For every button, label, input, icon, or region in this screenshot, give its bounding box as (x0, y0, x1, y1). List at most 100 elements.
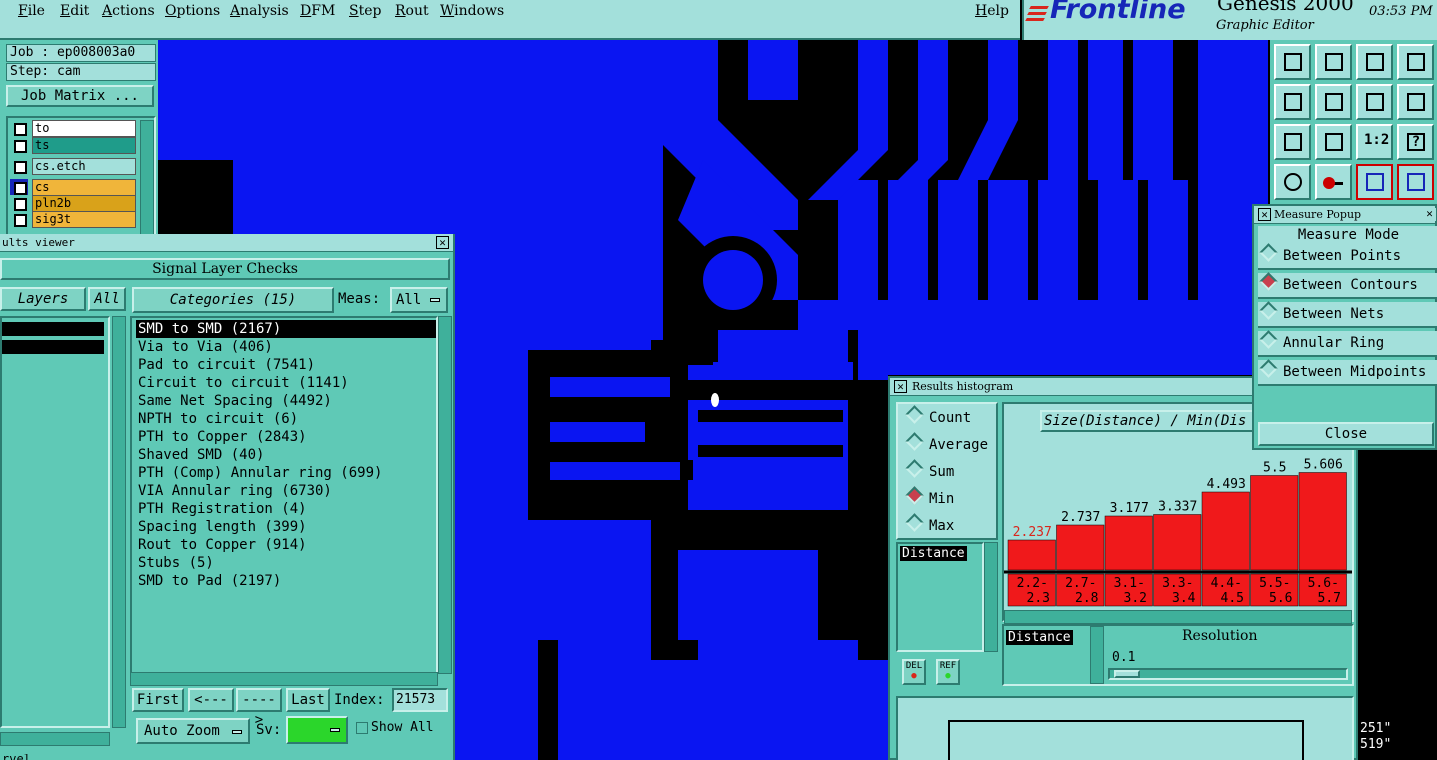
category-item[interactable]: Stubs (5) (136, 554, 436, 572)
histogram-hscrollbar[interactable] (1004, 610, 1352, 624)
category-item[interactable]: Spacing length (399) (136, 518, 436, 536)
layer-row[interactable]: to (10, 120, 136, 137)
sv-color-dropdown[interactable] (286, 716, 348, 744)
net-icon[interactable] (1356, 164, 1393, 200)
results-viewer-titlebar[interactable]: ults viewer ✕ (0, 234, 453, 252)
layer-row[interactable]: cs (10, 179, 136, 196)
tab-categories[interactable]: Categories (15) (132, 287, 334, 313)
between-nets-radio[interactable]: Between Nets (1262, 303, 1384, 325)
between-nets-row[interactable]: Between Nets (1258, 302, 1437, 328)
list-item[interactable] (2, 322, 104, 336)
layer-checkbox[interactable] (10, 211, 28, 228)
menu-rout[interactable]: Rout (395, 3, 429, 19)
distance-scrollbar[interactable] (1090, 626, 1104, 684)
layer-checkbox[interactable] (10, 120, 28, 137)
layers-list-hscrollbar[interactable] (0, 732, 110, 746)
layer-row[interactable]: cs.etch (10, 158, 136, 175)
histogram-bar[interactable] (1007, 539, 1056, 571)
categories-hscrollbar[interactable] (130, 672, 438, 686)
histogram-bar[interactable] (1056, 524, 1105, 571)
del-button[interactable]: DEL ● (902, 659, 926, 685)
between-contours-radio[interactable]: Between Contours (1262, 274, 1418, 296)
menu-help[interactable]: Help (975, 3, 1009, 19)
close-icon[interactable]: ✕ (1258, 208, 1271, 221)
category-item[interactable]: PTH Registration (4) (136, 500, 436, 518)
meas-dropdown[interactable]: All (390, 287, 448, 313)
close-icon[interactable]: ✕ (1423, 208, 1436, 221)
between-contours-row[interactable]: Between Contours (1258, 273, 1437, 299)
slider-thumb[interactable] (1114, 670, 1140, 678)
pan-left-icon[interactable] (1274, 84, 1311, 120)
pan-right-icon[interactable] (1315, 84, 1352, 120)
mode-max-radio[interactable]: Max (908, 515, 954, 537)
pan-up-icon[interactable] (1274, 44, 1311, 80)
category-item[interactable]: SMD to Pad (2197) (136, 572, 436, 590)
layer-checkbox[interactable] (10, 158, 28, 175)
between-points-row[interactable]: Between Points (1258, 244, 1437, 270)
zoom-fit-icon[interactable] (1274, 124, 1311, 160)
category-item[interactable]: Same Net Spacing (4492) (136, 392, 436, 410)
list-item[interactable]: Distance (900, 546, 967, 561)
category-item[interactable]: VIA Annular ring (6730) (136, 482, 436, 500)
histogram-bar[interactable] (1250, 475, 1299, 571)
menu-options[interactable]: Options (165, 3, 220, 19)
category-item[interactable]: Pad to circuit (7541) (136, 356, 436, 374)
mode-count-radio[interactable]: Count (908, 407, 971, 429)
layer-checkbox[interactable] (10, 137, 28, 154)
histogram-bar[interactable] (1153, 514, 1202, 571)
annular-ring-row[interactable]: Annular Ring (1258, 331, 1437, 357)
first-button[interactable]: First (132, 688, 184, 712)
close-icon[interactable]: ✕ (436, 236, 449, 249)
category-item[interactable]: NPTH to circuit (6) (136, 410, 436, 428)
histogram-bar[interactable] (1104, 515, 1153, 571)
show-all-checkbox[interactable] (356, 722, 368, 734)
zoom-1to2-icon[interactable]: 1:2 (1356, 124, 1393, 160)
category-item[interactable]: PTH to Copper (2843) (136, 428, 436, 446)
pan-down-icon[interactable] (1315, 44, 1352, 80)
window-icon[interactable] (1397, 44, 1434, 80)
mode-min-radio[interactable]: Min (908, 488, 954, 510)
resolution-slider[interactable] (1108, 668, 1348, 680)
tab-all-layers[interactable]: All (88, 287, 126, 311)
between-points-radio[interactable]: Between Points (1262, 245, 1401, 267)
histogram-bar[interactable] (1298, 472, 1347, 571)
feature-info-icon[interactable] (1274, 164, 1311, 200)
net-analyzer-icon[interactable] (1397, 164, 1434, 200)
category-item[interactable]: Circuit to circuit (1141) (136, 374, 436, 392)
last-button[interactable]: Last (286, 688, 330, 712)
layer-list-scrollbar[interactable] (140, 120, 154, 238)
distance-item[interactable]: Distance (1006, 630, 1073, 645)
menu-step[interactable]: Step (349, 3, 381, 19)
redraw-icon[interactable] (1356, 84, 1393, 120)
category-item[interactable]: Via to Via (406) (136, 338, 436, 356)
measure-icon[interactable] (1315, 164, 1352, 200)
prev-button[interactable]: <---- (188, 688, 234, 728)
category-item[interactable]: SMD to SMD (2167) (136, 320, 436, 338)
snap-icon[interactable] (1397, 84, 1434, 120)
home-icon[interactable] (1356, 44, 1393, 80)
ref-button[interactable]: REF ● (936, 659, 960, 685)
measure-popup-titlebar[interactable]: ✕ Measure Popup ✕ (1254, 206, 1436, 224)
next-button[interactable]: ----> (236, 688, 282, 728)
menu-dfm[interactable]: DFM (300, 3, 335, 19)
measure-list-scrollbar[interactable] (984, 542, 998, 652)
zoom-in-icon[interactable] (1315, 124, 1352, 160)
list-item[interactable] (2, 340, 104, 354)
layer-row[interactable]: pln2b (10, 195, 136, 212)
auto-zoom-dropdown[interactable]: Auto Zoom (136, 718, 250, 744)
layers-list-scrollbar[interactable] (112, 316, 126, 728)
menu-actions[interactable]: Actions (102, 3, 155, 19)
menu-windows[interactable]: Windows (440, 3, 504, 19)
job-matrix-button[interactable]: Job Matrix ... (6, 85, 154, 107)
help-icon[interactable]: ? (1397, 124, 1434, 160)
tab-layers[interactable]: Layers (0, 287, 86, 311)
mode-sum-radio[interactable]: Sum (908, 461, 954, 483)
menu-edit[interactable]: Edit (60, 3, 89, 19)
between-midpoints-radio[interactable]: Between Midpoints (1262, 361, 1426, 383)
histogram-bar[interactable] (1201, 491, 1250, 571)
menu-file[interactable]: File (18, 3, 45, 19)
category-item[interactable]: Shaved SMD (40) (136, 446, 436, 464)
index-input[interactable]: 21573 (392, 688, 448, 712)
layer-row[interactable]: ts (10, 137, 136, 154)
category-item[interactable]: PTH (Comp) Annular ring (699) (136, 464, 436, 482)
